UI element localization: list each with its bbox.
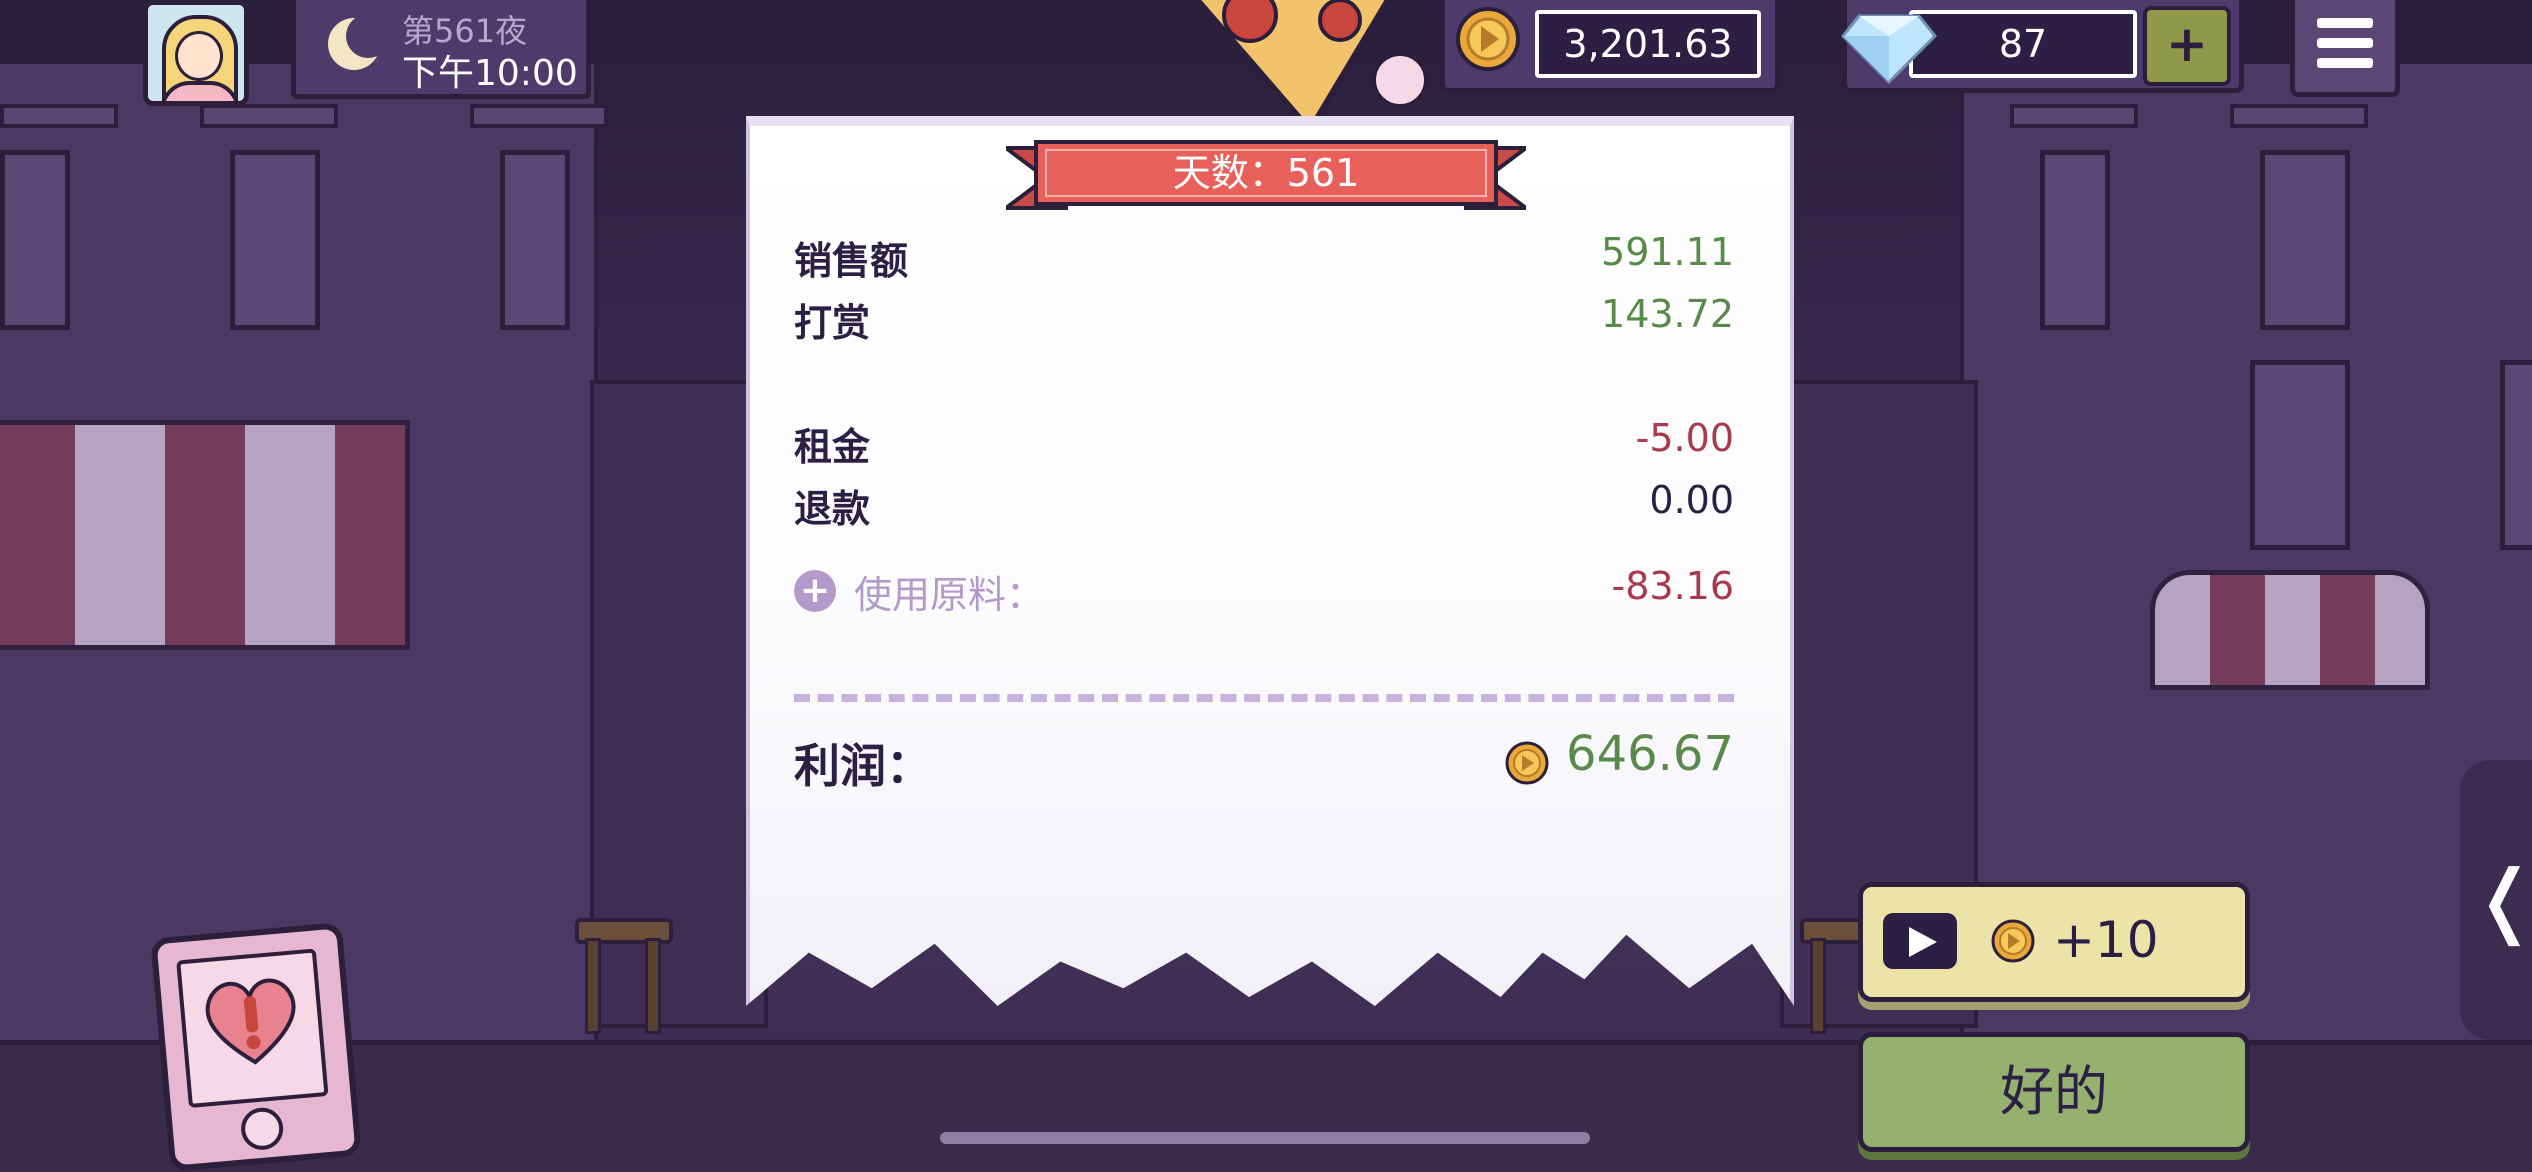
home-indicator[interactable] <box>940 1132 1590 1144</box>
window <box>2250 360 2350 550</box>
gem-balance: 87 + <box>1840 0 2244 93</box>
coin-balance: 3,201.63 <box>1440 0 1780 93</box>
menu-icon <box>2317 58 2373 68</box>
row-value: 143.72 <box>1601 292 1734 336</box>
row-label: 租金 <box>794 425 871 469</box>
window <box>2040 150 2110 330</box>
materials-value: -83.16 <box>1611 564 1735 608</box>
ledge <box>2010 104 2138 128</box>
gem-icon <box>1840 14 1938 85</box>
moon-icon <box>328 14 384 70</box>
window <box>2500 360 2532 550</box>
gem-amount: 87 <box>1909 10 2137 78</box>
row-label: 退款 <box>794 487 871 531</box>
player-avatar[interactable] <box>143 0 249 106</box>
heart-alert-icon <box>205 978 296 1065</box>
ok-button[interactable]: 好的 <box>1858 1032 2250 1152</box>
play-triangle <box>1909 927 1937 957</box>
clock-time: 下午10:00 <box>402 53 578 94</box>
ledge <box>0 104 118 128</box>
ledge <box>470 104 608 128</box>
rent-row: 租金 -5.00 <box>794 416 1734 472</box>
side-panel-toggle[interactable]: ❬ <box>2460 760 2532 1040</box>
tips-row: 打赏 143.72 <box>794 292 1734 348</box>
materials-row[interactable]: + 使用原料： -83.16 <box>794 564 1734 620</box>
row-value: 0.00 <box>1649 478 1734 522</box>
window <box>0 150 70 330</box>
receipt-divider <box>794 694 1734 702</box>
profit-value: 646.67 <box>1566 726 1734 782</box>
menu-icon <box>2317 38 2373 48</box>
ledge <box>2230 104 2368 128</box>
coin-icon <box>1991 919 2035 963</box>
stool-leg <box>585 938 601 1034</box>
ad-reward-amount: +10 <box>2053 911 2159 969</box>
expand-plus-icon[interactable]: + <box>794 570 836 612</box>
row-label: 打赏 <box>794 301 871 345</box>
play-icon <box>1883 913 1957 969</box>
row-value: -5.00 <box>1635 416 1734 460</box>
phone-home-button <box>239 1106 285 1152</box>
menu-icon <box>2317 18 2373 28</box>
stool-leg <box>1810 938 1826 1034</box>
buy-gems-button[interactable]: + <box>2143 6 2231 86</box>
phone-screen <box>176 948 329 1109</box>
coin-amount: 3,201.63 <box>1535 10 1761 78</box>
watch-ad-bonus-button[interactable]: +10 <box>1858 882 2250 1002</box>
menu-button[interactable] <box>2290 0 2400 97</box>
stool-leg <box>645 938 661 1034</box>
coin-icon <box>1456 7 1520 71</box>
avatar-face <box>175 31 223 81</box>
window <box>2260 150 2350 330</box>
coin-icon <box>1505 741 1549 785</box>
profit-label: 利润： <box>794 739 932 793</box>
ledge <box>200 104 338 128</box>
materials-label: 使用原料： <box>854 573 1045 617</box>
pizza-slice-illustration <box>1193 0 1428 130</box>
phone-notification-button[interactable] <box>150 922 362 1172</box>
refund-row: 退款 0.00 <box>794 478 1734 534</box>
day-banner-text: 天数：561 <box>1172 151 1360 195</box>
window <box>230 150 320 330</box>
window <box>500 150 570 330</box>
row-value: 591.11 <box>1601 230 1734 274</box>
awning-right <box>2150 570 2430 690</box>
row-label: 销售额 <box>794 239 909 283</box>
night-time-panel: 第561夜 下午10:00 <box>291 0 591 99</box>
daily-receipt: 天数：561 销售额 591.11 打赏 143.72 租金 -5.00 退款 … <box>746 116 1794 1006</box>
awning-left <box>0 420 410 650</box>
sales-row: 销售额 591.11 <box>794 230 1734 286</box>
